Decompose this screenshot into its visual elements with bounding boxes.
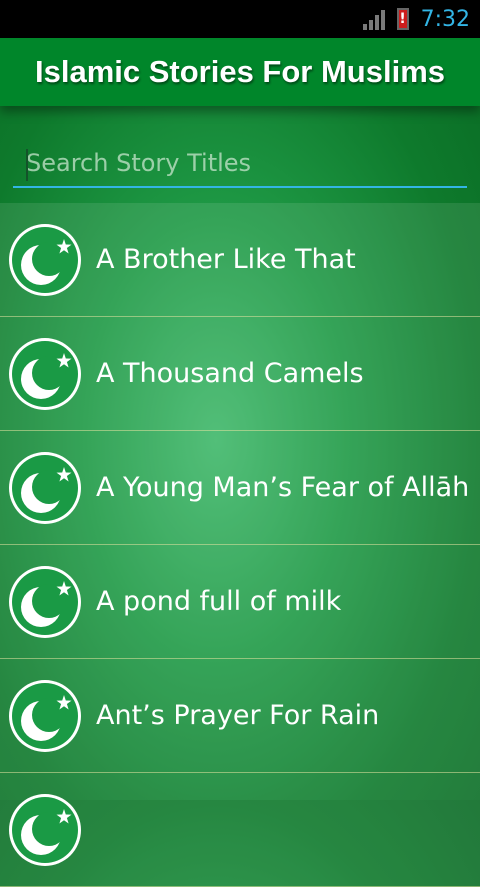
signal-icon <box>362 8 385 30</box>
list-item[interactable]: A Brother Like That <box>0 203 480 317</box>
app-title: Islamic Stories For Muslims <box>34 54 446 89</box>
list-item[interactable]: A Thousand Camels <box>0 317 480 431</box>
list-item[interactable] <box>0 773 480 887</box>
story-title: A Brother Like That <box>96 244 356 275</box>
crescent-star-icon <box>9 793 81 866</box>
clock: 7:32 <box>420 6 470 32</box>
crescent-star-icon <box>9 223 81 296</box>
text-cursor <box>26 149 28 181</box>
battery-alert-icon: ! <box>396 8 409 30</box>
crescent-star-icon <box>9 451 81 524</box>
list-item[interactable]: A pond full of milk <box>0 545 480 659</box>
story-title: Ant’s Prayer For Rain <box>96 700 380 731</box>
battery-alert-mark: ! <box>399 11 406 27</box>
story-list[interactable]: A Brother Like That A Thousand Camels A … <box>0 203 480 887</box>
search-field-container <box>13 142 467 188</box>
status-bar: ! 7:32 <box>0 0 480 38</box>
story-title: A pond full of milk <box>96 586 342 617</box>
crescent-star-icon <box>9 565 81 638</box>
story-title: A Thousand Camels <box>96 358 364 389</box>
list-item[interactable]: A Young Man’s Fear of Allāh <box>0 431 480 545</box>
app-bar: Islamic Stories For Muslims <box>0 38 480 106</box>
crescent-star-icon <box>9 679 81 752</box>
search-input[interactable] <box>13 142 467 184</box>
story-title: A Young Man’s Fear of Allāh <box>96 472 470 503</box>
list-item[interactable]: Ant’s Prayer For Rain <box>0 659 480 773</box>
crescent-star-icon <box>9 337 81 410</box>
